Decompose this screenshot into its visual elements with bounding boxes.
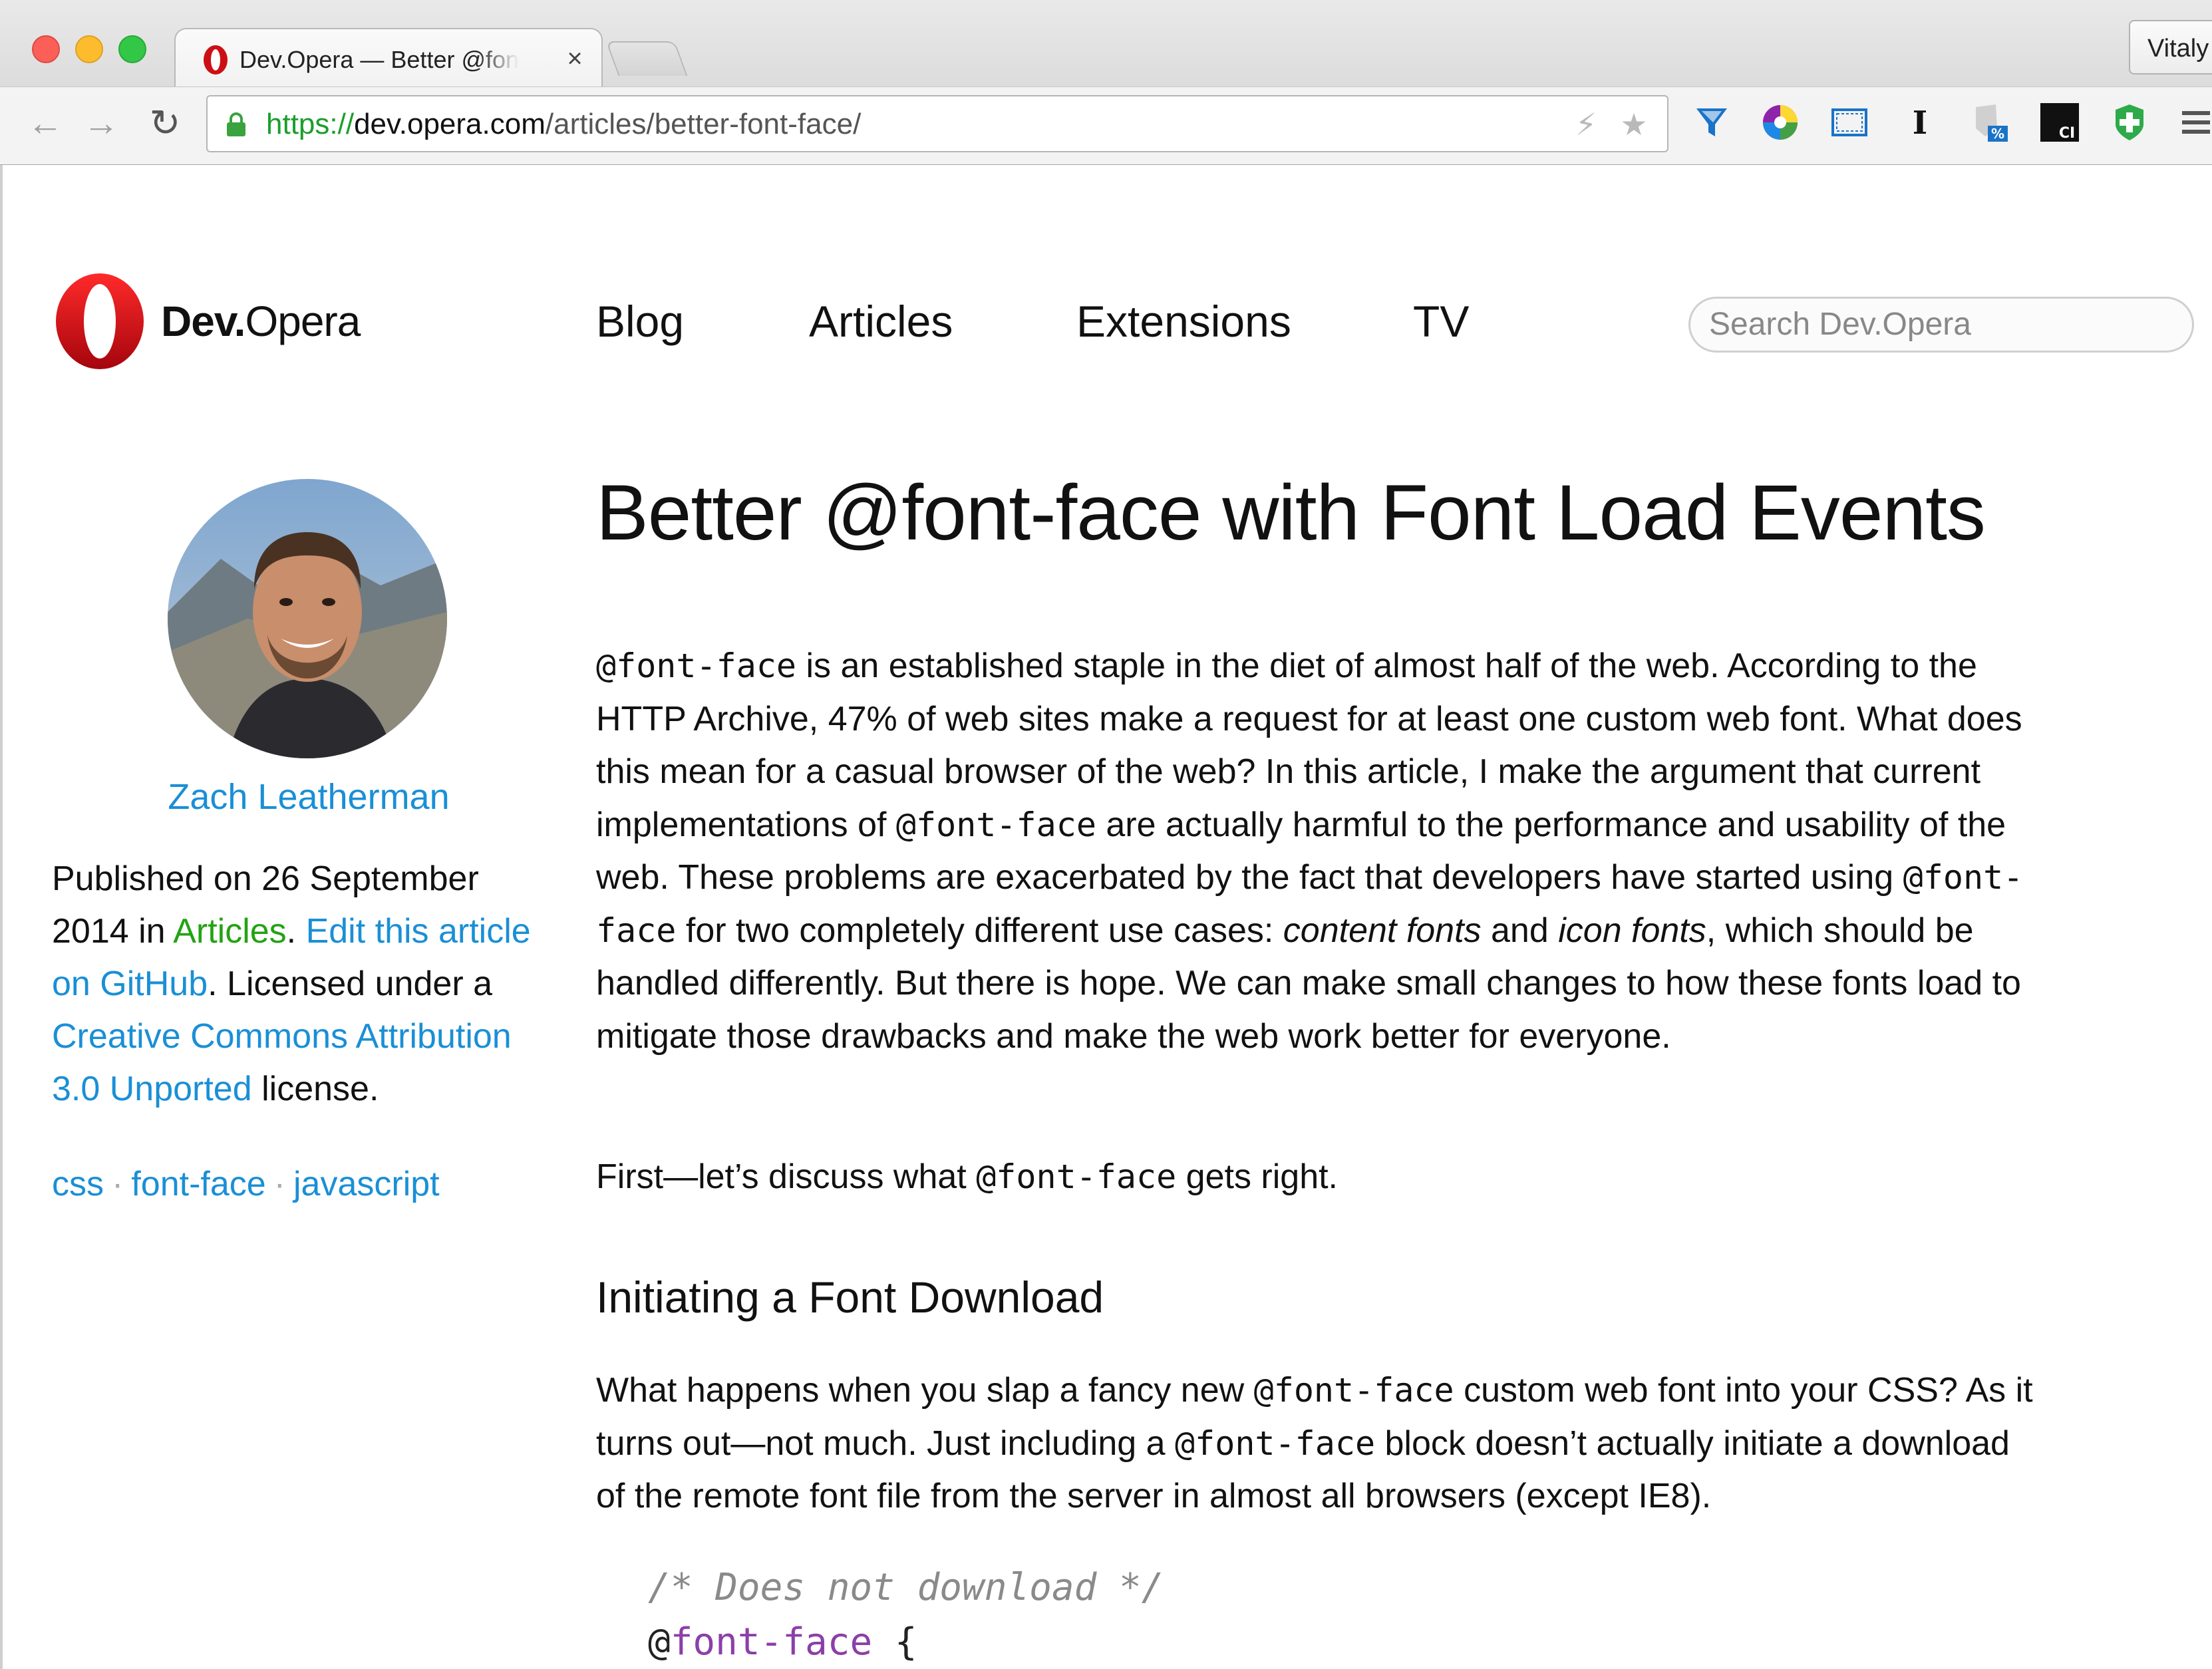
address-bar[interactable]: https://dev.opera.com/articles/better-fo… [206,95,1668,152]
author-avatar [168,479,447,758]
new-tab-button[interactable] [605,41,688,76]
paragraph-text: gets right. [1176,1157,1339,1196]
tab-title: Dev.Opera — Better @font-face with Font … [239,46,519,73]
browser-toolbar: ← → ↻ https://dev.opera.com/articles/bet… [0,86,2212,166]
lock-icon [227,112,245,136]
bookmark-star-icon[interactable]: ★ [1617,107,1651,142]
minimize-window-button[interactable] [75,35,103,63]
tab-strip: Dev.Opera — Better @font-face with Font … [0,0,2212,90]
code-brace: { [872,1620,917,1664]
section-paragraph: What happens when you slap a fancy new @… [596,1364,2033,1523]
code-at: @ [648,1620,671,1664]
text-cursor-icon[interactable]: I [1899,102,1941,143]
nav-articles[interactable]: Articles [809,291,953,351]
back-arrow-icon[interactable]: ← [25,103,65,143]
profile-button[interactable]: Vitaly [2129,20,2212,75]
url-path: /articles/better-font-face/ [545,108,862,140]
opera-logo-icon[interactable] [53,271,146,371]
url-text[interactable]: https://dev.opera.com/articles/better-fo… [266,96,861,152]
funnel-icon[interactable] [1691,102,1732,143]
tag-list: css · font-face · javascript [52,1157,557,1211]
hamburger-menu-icon[interactable] [2175,102,2212,143]
ci-label: CI [2059,125,2075,142]
svg-text:I: I [1913,104,1927,142]
inline-code: @font-face [895,805,1096,844]
emphasis-text: icon fonts [1558,911,1706,950]
browser-window: Dev.Opera — Better @font-face with Font … [0,0,2212,1669]
inline-code: @font-face [1175,1424,1376,1463]
tab-active[interactable]: Dev.Opera — Better @font-face with Font … [174,28,603,90]
close-window-button[interactable] [32,35,60,63]
nav-blog[interactable]: Blog [596,291,684,351]
category-link[interactable]: Articles [173,912,286,951]
ci-icon[interactable]: CI [2039,102,2080,143]
inline-code: @font-face [1253,1371,1454,1410]
zoom-window-button[interactable] [118,35,146,63]
shield-percent-label: % [1991,126,2004,142]
web-page: Dev.Opera Blog Articles Extensions TV Se… [0,165,2212,1669]
code-block: /* Does not download */ @font-face { [648,1561,2112,1669]
paragraph-text: First—let’s discuss what [596,1157,977,1196]
licensed-text: . Licensed under a [208,965,492,1003]
tag-font-face[interactable]: font-face [131,1165,265,1203]
window-resize-icon[interactable] [1829,102,1870,143]
url-host: dev.opera.com [354,108,546,140]
nav-extensions[interactable]: Extensions [1076,291,1291,351]
license-suffix: license. [251,1070,379,1108]
emphasis-text: content fonts [1283,911,1482,950]
site-logo-text[interactable]: Dev.Opera [161,291,361,351]
color-wheel-icon[interactable] [1760,102,1801,143]
author-name-link[interactable]: Zach Leatherman [102,770,515,824]
article-meta: Published on 26 September 2014 in Articl… [52,853,557,1116]
code-comment: /* Does not download */ [648,1566,1164,1609]
url-scheme: https:// [266,108,355,140]
paragraph-text: for two completely different use cases: [676,911,1283,950]
tab-close-icon[interactable]: × [561,43,588,75]
inline-code: @font-face [596,647,797,685]
search-input[interactable]: Search Dev.Opera [1688,297,2194,353]
article-title: Better @font-face with Font Load Events [596,469,1986,557]
plus-badge-icon[interactable] [2109,102,2150,143]
tag-javascript[interactable]: javascript [293,1165,440,1203]
first-paragraph: First—let’s discuss what @font-face gets… [596,1151,2033,1204]
tag-css[interactable]: css [52,1165,104,1203]
lightning-icon[interactable]: ⚡︎ [1569,107,1603,142]
tag-separator: · [112,1165,124,1203]
paragraph-text: and [1481,911,1559,950]
reload-icon[interactable]: ↻ [145,103,185,143]
shield-percent-icon[interactable]: % [1969,102,2010,143]
inline-code: @font-face [976,1157,1177,1196]
code-keyword: font-face [670,1620,873,1664]
logo-regular: Opera [245,297,361,345]
forward-arrow-icon[interactable]: → [81,103,121,143]
section-heading: Initiating a Font Download [596,1273,1104,1322]
nav-tv[interactable]: TV [1413,291,1469,351]
opera-favicon-icon [204,45,228,75]
meta-dot: . [286,912,306,951]
intro-paragraph: @font-face is an established staple in t… [596,640,2033,1063]
paragraph-text: What happens when you slap a fancy new [596,1371,1254,1410]
logo-bold: Dev. [161,297,245,345]
tag-separator: · [273,1165,285,1203]
